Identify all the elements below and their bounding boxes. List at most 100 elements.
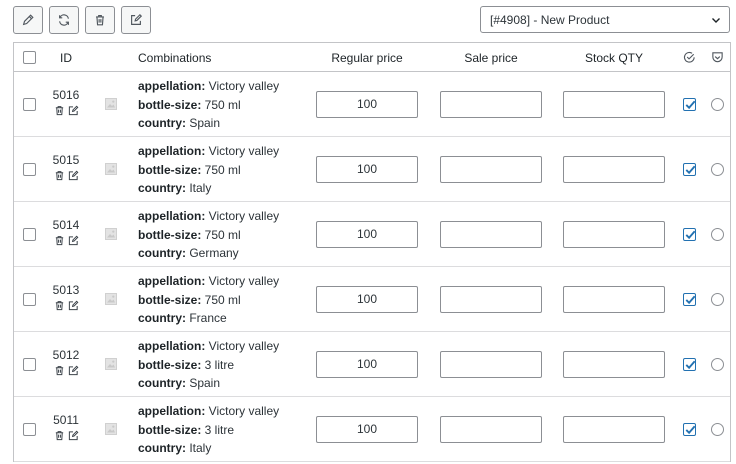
column-header-id: ID xyxy=(60,50,72,65)
stock-qty-input[interactable] xyxy=(563,221,665,248)
sale-price-input[interactable] xyxy=(440,286,542,313)
regular-price-input[interactable]: 100 xyxy=(316,351,418,378)
default-radio[interactable] xyxy=(711,163,724,176)
stock-qty-input[interactable] xyxy=(563,91,665,118)
stock-qty-input[interactable] xyxy=(563,416,665,443)
sale-price-input[interactable] xyxy=(440,351,542,378)
attribute-key: bottle-size: xyxy=(138,162,202,177)
refresh-button[interactable] xyxy=(49,6,79,34)
edit-icon[interactable] xyxy=(68,365,79,376)
enabled-checkbox[interactable] xyxy=(683,163,696,176)
attribute-value: Victory valley xyxy=(205,404,280,418)
enabled-checkbox[interactable] xyxy=(683,228,696,241)
regular-price-input[interactable]: 100 xyxy=(316,416,418,443)
checkmark-icon xyxy=(685,295,696,305)
trash-icon[interactable] xyxy=(54,235,65,246)
variation-id: 5011 xyxy=(53,413,79,427)
combination-attributes: appellation: Victory valley bottle-size: … xyxy=(138,142,279,198)
default-radio[interactable] xyxy=(711,98,724,111)
default-radio[interactable] xyxy=(711,228,724,241)
default-radio[interactable] xyxy=(711,358,724,371)
regular-price-input[interactable]: 100 xyxy=(316,156,418,183)
image-placeholder-icon[interactable] xyxy=(105,423,117,435)
edit-icon[interactable] xyxy=(68,430,79,441)
delete-button[interactable] xyxy=(85,6,115,34)
check-circle-icon[interactable] xyxy=(683,51,696,64)
image-placeholder-icon[interactable] xyxy=(105,228,117,240)
attribute-line: appellation: Victory valley xyxy=(138,142,279,161)
trash-icon[interactable] xyxy=(54,105,65,116)
product-select-value: [#4908] - New Product xyxy=(490,12,610,27)
edit-icon[interactable] xyxy=(68,105,79,116)
download-circle-icon[interactable] xyxy=(711,51,724,64)
attribute-key: country: xyxy=(138,246,186,260)
table-header: ID Combinations Regular price Sale price… xyxy=(14,43,730,72)
trash-icon[interactable] xyxy=(54,365,65,376)
attribute-key: bottle-size: xyxy=(138,422,202,437)
edit-icon[interactable] xyxy=(68,235,79,246)
attribute-value: Germany xyxy=(186,246,239,260)
attribute-key: country: xyxy=(138,311,186,325)
variation-id: 5014 xyxy=(52,218,80,232)
image-placeholder-icon[interactable] xyxy=(105,293,117,305)
image-placeholder-icon[interactable] xyxy=(105,98,117,110)
attribute-key: bottle-size: xyxy=(138,357,202,372)
table-row: 5011 appellation: Victory valley bottle-s… xyxy=(14,397,730,462)
sale-price-input[interactable] xyxy=(440,416,542,443)
table-row: 5013 appellation: Victory valley bottle-s… xyxy=(14,267,730,332)
checkmark-icon xyxy=(685,230,696,240)
product-select[interactable]: [#4908] - New Product xyxy=(480,6,730,33)
edit-button[interactable] xyxy=(13,6,43,34)
row-checkbox[interactable] xyxy=(23,163,36,176)
sale-price-input[interactable] xyxy=(440,156,542,183)
sale-price-input[interactable] xyxy=(440,221,542,248)
default-radio[interactable] xyxy=(711,423,724,436)
enabled-checkbox[interactable] xyxy=(683,358,696,371)
column-header-sale-price: Sale price xyxy=(464,50,518,65)
bulk-edit-button[interactable] xyxy=(121,6,151,34)
attribute-line: country: Spain xyxy=(138,374,279,393)
image-placeholder-icon[interactable] xyxy=(105,358,117,370)
row-checkbox[interactable] xyxy=(23,98,36,111)
stock-qty-input[interactable] xyxy=(563,156,665,183)
select-all-checkbox[interactable] xyxy=(23,51,36,64)
enabled-checkbox[interactable] xyxy=(683,293,696,306)
attribute-key: country: xyxy=(138,376,186,390)
table-body: 5016 appellation: Victory valley bottle-s… xyxy=(14,72,730,462)
row-checkbox[interactable] xyxy=(23,228,36,241)
attribute-value: Victory valley xyxy=(205,209,280,223)
image-placeholder-icon[interactable] xyxy=(105,163,117,175)
enabled-checkbox[interactable] xyxy=(683,423,696,436)
attribute-value: 3 litre xyxy=(201,422,235,437)
sale-price-input[interactable] xyxy=(440,91,542,118)
trash-icon[interactable] xyxy=(54,170,65,181)
stock-qty-input[interactable] xyxy=(563,351,665,378)
default-radio[interactable] xyxy=(711,293,724,306)
row-checkbox[interactable] xyxy=(23,293,36,306)
edit-icon[interactable] xyxy=(68,170,79,181)
column-header-regular-price: Regular price xyxy=(331,50,403,65)
combination-attributes: appellation: Victory valley bottle-size: … xyxy=(138,337,279,393)
stock-qty-input[interactable] xyxy=(563,286,665,313)
attribute-key: appellation: xyxy=(138,209,206,223)
regular-price-input[interactable]: 100 xyxy=(316,91,418,118)
table-row: 5012 appellation: Victory valley bottle-s… xyxy=(14,332,730,397)
variation-id-cell: 5013 xyxy=(50,283,82,311)
regular-price-input[interactable]: 100 xyxy=(316,221,418,248)
trash-icon[interactable] xyxy=(54,430,65,441)
variation-id-cell: 5016 xyxy=(50,88,82,116)
attribute-value: 750 ml xyxy=(201,292,241,307)
variation-id: 5013 xyxy=(52,283,80,297)
checkmark-icon xyxy=(685,425,696,435)
variation-id: 5016 xyxy=(52,88,80,102)
trash-icon[interactable] xyxy=(54,300,65,311)
attribute-value: Victory valley xyxy=(205,79,280,93)
row-checkbox[interactable] xyxy=(23,358,36,371)
edit-icon[interactable] xyxy=(68,300,79,311)
attribute-line: bottle-size: 750 ml xyxy=(138,161,279,180)
enabled-checkbox[interactable] xyxy=(683,98,696,111)
row-checkbox[interactable] xyxy=(23,423,36,436)
attribute-key: country: xyxy=(138,116,186,130)
attribute-line: bottle-size: 3 litre xyxy=(138,356,279,375)
regular-price-input[interactable]: 100 xyxy=(316,286,418,313)
